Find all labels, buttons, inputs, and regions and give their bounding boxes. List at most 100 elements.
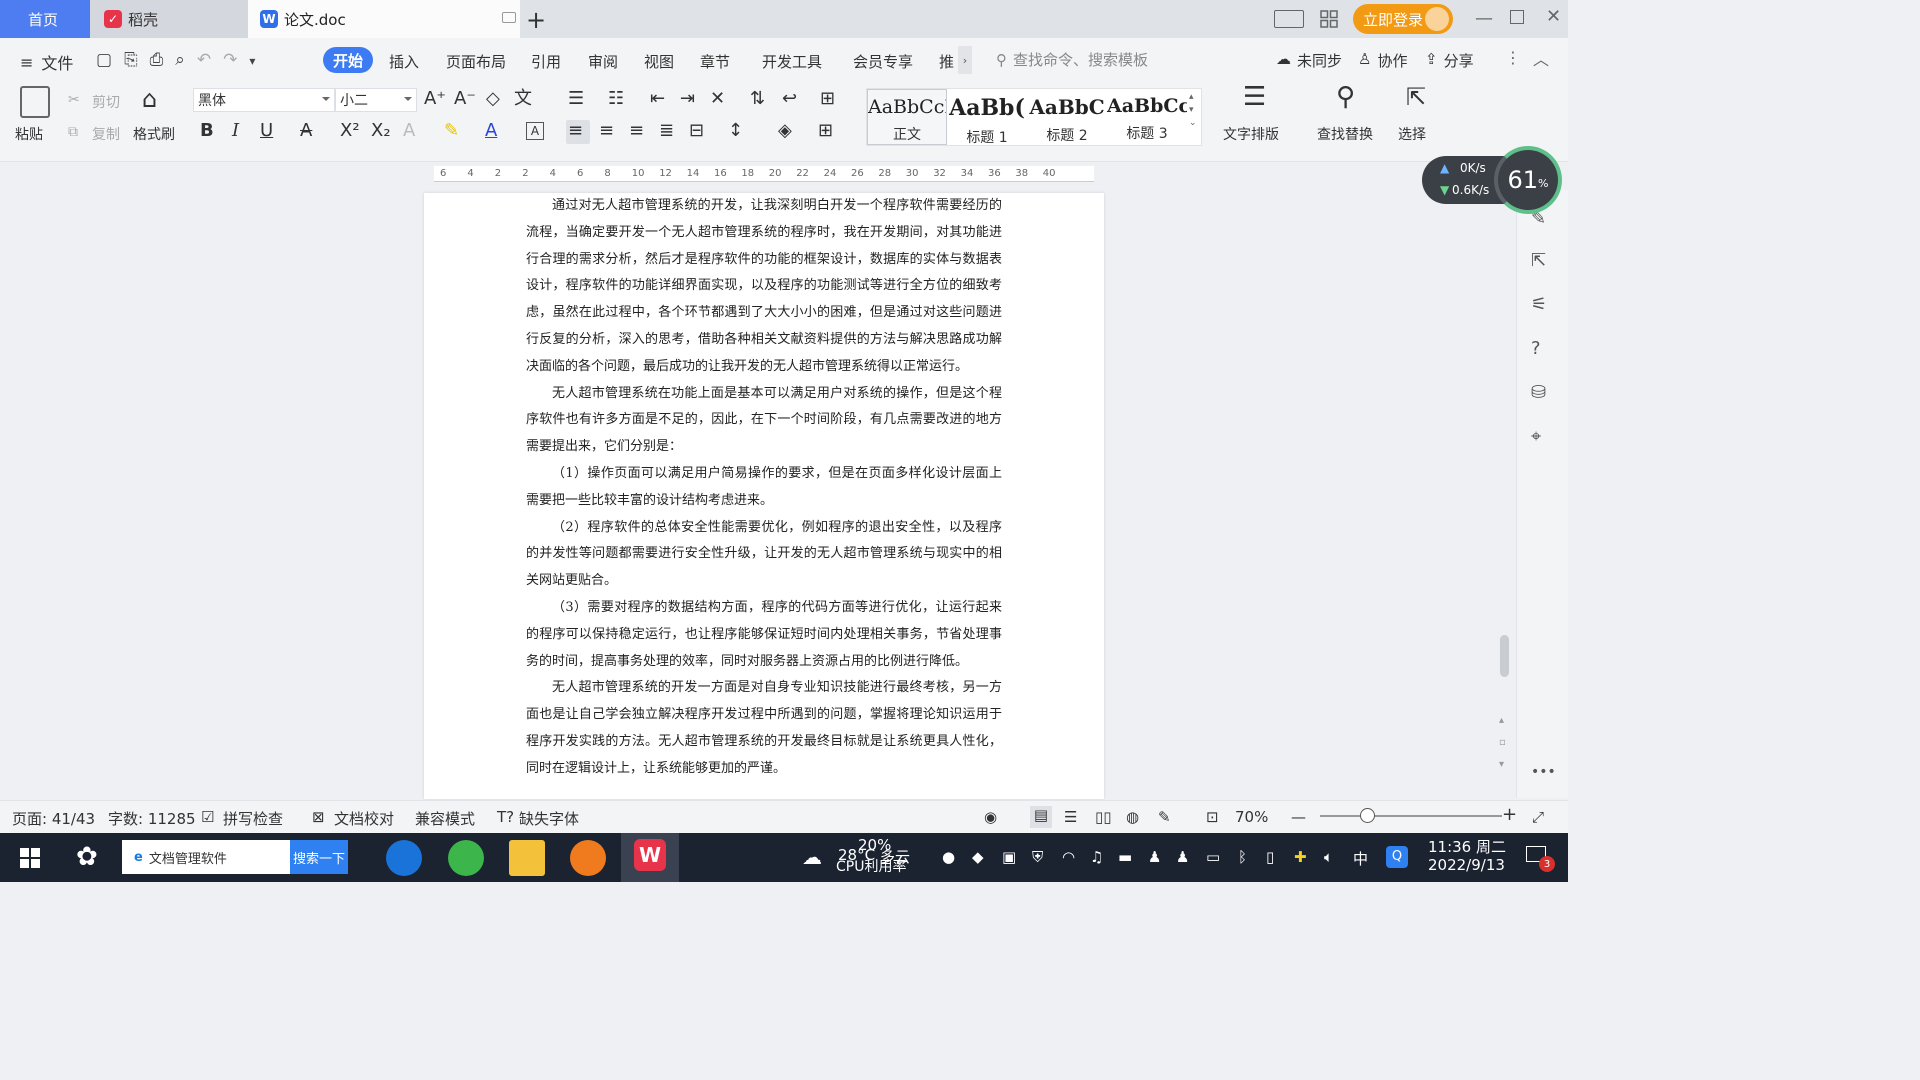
taskbar-search-button[interactable]: 搜索一下 <box>290 840 348 874</box>
font-color-icon[interactable]: A <box>485 120 497 142</box>
outline-view-icon[interactable]: ☰ <box>1064 808 1077 826</box>
chinese-layout-icon[interactable]: ✕ <box>710 88 725 110</box>
taskbar-clock-time[interactable]: 11:36 周二 <box>1428 836 1506 857</box>
redo-icon[interactable]: ↷ <box>223 50 237 70</box>
highlight-pen-icon[interactable]: ✎ <box>444 120 459 142</box>
taskbar-wps-active[interactable]: W <box>621 833 679 882</box>
weather-cloud-icon[interactable]: ☁ <box>802 845 822 869</box>
cut-button[interactable]: 剪切 <box>92 92 120 112</box>
pinwheel-app-icon[interactable]: ✿ <box>76 842 98 872</box>
text-layout-button[interactable]: 文字排版 <box>1223 124 1279 144</box>
nvidia-icon[interactable]: ▬ <box>1118 848 1132 866</box>
web-view-globe-icon[interactable]: ◍ <box>1126 808 1139 826</box>
shading-bucket-icon[interactable]: ◈ <box>778 120 792 142</box>
print-icon[interactable]: ⎙ <box>150 50 164 70</box>
collab-button[interactable]: ♙ 协作 <box>1358 50 1407 71</box>
select-cursor-icon[interactable]: ⇱ <box>1406 85 1426 109</box>
increase-font-icon[interactable]: A⁺ <box>424 88 446 110</box>
eye-protection-icon[interactable]: ◉ <box>984 808 997 826</box>
apps-grid-icon[interactable] <box>1320 10 1338 28</box>
style-heading-3[interactable]: AaBbCcl 标题 3 <box>1107 89 1187 145</box>
tray-defender-icon[interactable]: ⛨ <box>1032 848 1043 866</box>
doc-paragraph[interactable]: 无人超市管理系统在功能上面是基本可以满足用户对系统的操作，但是这个程序软件也有许… <box>526 381 1002 461</box>
vertical-scrollbar[interactable]: ▴ ▫ ▾ <box>1497 190 1511 798</box>
reading-layout-icon[interactable] <box>1274 10 1304 28</box>
scrollbar-thumb[interactable] <box>1500 635 1509 677</box>
zoom-slider-track[interactable] <box>1320 815 1502 817</box>
menu-tab-member[interactable]: 会员专享 <box>853 51 913 72</box>
horizontal-ruler[interactable]: 6 4 2 2 4 6 8 10 12 14 16 18 20 22 24 26 28 30 32 34 36 38 40 <box>434 166 1094 182</box>
sync-status[interactable]: ☁ 未同步 <box>1276 50 1342 71</box>
close-icon[interactable]: ✕ <box>1546 6 1561 27</box>
style-heading-2[interactable]: AaBbC 标题 2 <box>1027 89 1107 145</box>
memory-usage-ring[interactable]: 61% <box>1494 146 1562 214</box>
char-border-icon[interactable]: A <box>526 122 544 140</box>
more-vertical-icon[interactable]: ⋮ <box>1505 48 1521 67</box>
new-tab-plus-icon[interactable]: + <box>526 6 546 34</box>
undo-icon[interactable]: ↶ <box>197 50 211 70</box>
notification-bell-icon[interactable]: ♫ <box>1090 848 1103 866</box>
tab-daoke[interactable]: ✓ 稻壳 <box>90 0 248 38</box>
show-marks-icon[interactable]: ↩ <box>782 88 797 110</box>
menu-tab-view[interactable]: 视图 <box>644 51 674 72</box>
style-normal[interactable]: AaBbCcI 正文 <box>867 89 947 145</box>
superscript-icon[interactable]: X² <box>340 120 360 142</box>
login-button[interactable]: 立即登录 <box>1353 4 1453 34</box>
copy-icon[interactable]: ⧉ <box>68 124 78 140</box>
network-speed-widget[interactable]: ▲ 0K/s ▼ 0.6K/s 61% <box>1422 146 1562 214</box>
tab-ruler-icon[interactable]: ⊞ <box>820 88 835 110</box>
format-painter-button[interactable]: 格式刷 <box>133 124 175 144</box>
fit-page-icon[interactable]: ⊡ <box>1206 808 1219 826</box>
find-replace-button[interactable]: 查找替换 <box>1317 124 1373 144</box>
document-page[interactable]: 通过对无人超市管理系统的开发，让我深刻明白开发一个程序软件需要经历的流程，当确定… <box>424 193 1104 799</box>
distributed-align-icon[interactable]: ⊟ <box>689 120 704 142</box>
menu-tab-chapter[interactable]: 章节 <box>700 51 730 72</box>
numbered-list-icon[interactable]: ☷ <box>608 88 624 110</box>
subscript-icon[interactable]: X₂ <box>371 120 391 142</box>
windows-start-icon[interactable] <box>20 848 40 868</box>
underline-icon[interactable]: U <box>260 120 273 142</box>
bluetooth-icon[interactable]: ᛒ <box>1238 848 1247 866</box>
usb-device-icon[interactable]: ▯ <box>1266 848 1274 866</box>
italic-icon[interactable]: I <box>232 120 239 142</box>
taskbar-search-box[interactable]: e 文档管理软件 <box>122 840 290 874</box>
tab-home[interactable]: 首页 <box>0 0 90 38</box>
doc-proof-button[interactable]: 文档校对 <box>334 808 394 829</box>
select-button[interactable]: 选择 <box>1398 124 1426 144</box>
style-gallery-scroll-icon[interactable]: ▴ ▾ ⌄ <box>1189 91 1197 130</box>
line-spacing-icon[interactable]: ↕ <box>728 120 743 142</box>
style-heading-1[interactable]: AaBb( 标题 1 <box>947 89 1027 146</box>
adjust-sliders-icon[interactable]: ⚟ <box>1531 294 1547 315</box>
collapse-ribbon-icon[interactable]: ︿ <box>1533 46 1549 70</box>
sort-icon[interactable]: ⇅ <box>750 88 765 110</box>
cut-scissors-icon[interactable]: ✂ <box>68 92 80 108</box>
bold-icon[interactable]: B <box>200 120 214 142</box>
qq-penguin-2-icon[interactable]: ♟ <box>1176 848 1189 866</box>
zoom-in-icon[interactable]: + <box>1502 804 1517 825</box>
wifi-icon[interactable]: ◠ <box>1062 848 1075 866</box>
game-app-icon[interactable] <box>570 840 606 876</box>
share-button[interactable]: ⇪ 分享 <box>1425 50 1474 71</box>
borders-icon[interactable]: ⊞ <box>818 120 833 142</box>
help-icon[interactable]: ? <box>1531 338 1541 359</box>
print-preview-icon[interactable]: ⌕ <box>175 50 185 70</box>
format-painter-icon[interactable]: ⌂ <box>142 87 157 111</box>
word-count[interactable]: 字数: 11285 <box>108 808 196 829</box>
battery-icon[interactable]: ▭ <box>1206 848 1220 866</box>
zoom-slider-knob[interactable] <box>1359 808 1375 823</box>
paste-icon[interactable] <box>20 86 50 118</box>
strikethrough-icon[interactable]: A <box>300 120 312 142</box>
phonetic-guide-icon[interactable]: 文 <box>514 88 532 110</box>
reading-view-icon[interactable]: ▯▯ <box>1095 808 1112 826</box>
command-search[interactable]: ⚲ 查找命令、搜索模板 <box>996 49 1148 70</box>
zoom-level[interactable]: 70% <box>1235 808 1268 826</box>
copy-button[interactable]: 复制 <box>92 124 120 144</box>
decrease-font-icon[interactable]: A⁻ <box>454 88 476 110</box>
fullscreen-icon[interactable]: ⤢ <box>1532 808 1544 826</box>
document-body[interactable]: 通过对无人超市管理系统的开发，让我深刻明白开发一个程序软件需要经历的流程，当确定… <box>526 193 1002 783</box>
save-icon[interactable]: ▢ <box>96 50 112 70</box>
export-pdf-icon[interactable]: ⎘ <box>124 50 138 70</box>
missing-font-button[interactable]: 缺失字体 <box>519 808 579 829</box>
doc-paragraph[interactable]: 通过对无人超市管理系统的开发，让我深刻明白开发一个程序软件需要经历的流程，当确定… <box>526 193 1002 381</box>
menu-tab-review[interactable]: 审阅 <box>588 51 618 72</box>
